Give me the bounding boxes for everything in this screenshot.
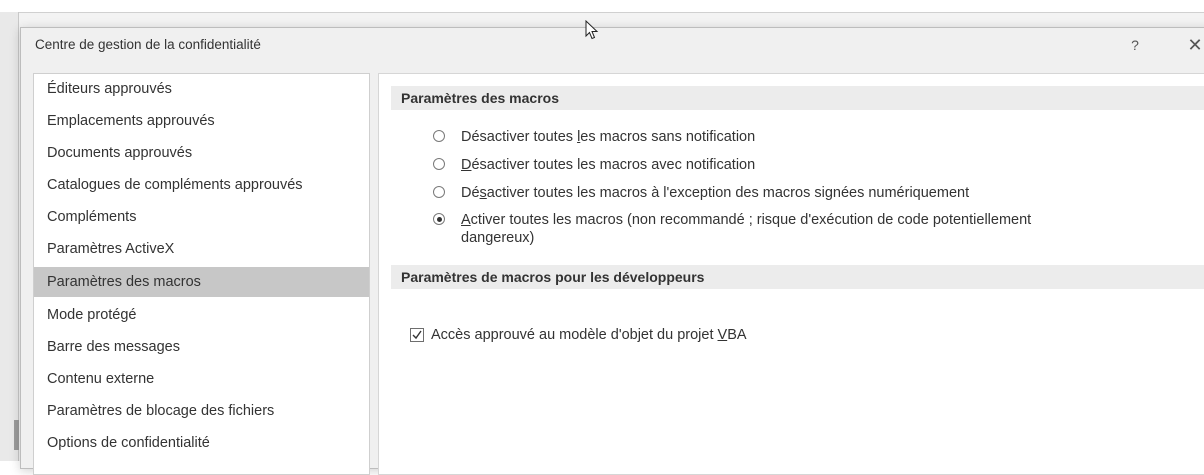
nav-item-blocage-fichiers[interactable]: Paramètres de blocage des fichiers	[34, 396, 369, 426]
nav-item-documents-approuves[interactable]: Documents approuvés	[34, 138, 369, 168]
nav-item-barre-messages[interactable]: Barre des messages	[34, 332, 369, 362]
developer-settings-header: Paramètres de macros pour les développeu…	[391, 265, 1204, 289]
settings-panel: Paramètres des macros Désactiver toutes …	[378, 73, 1204, 475]
nav-item-emplacements-approuves[interactable]: Emplacements approuvés	[34, 106, 369, 136]
checkbox-checked-icon[interactable]	[410, 328, 424, 342]
radio-circle-icon[interactable]	[433, 130, 445, 142]
radio-label-continuation: dangereux)	[461, 230, 535, 246]
radio-label: Désactiver toutes les macros avec notifi…	[461, 157, 756, 173]
radio-label: Désactiver toutes les macros sans notifi…	[461, 129, 756, 145]
nav-item-contenu-externe[interactable]: Contenu externe	[34, 364, 369, 394]
radio-dot-icon	[436, 216, 442, 222]
mouse-pointer-icon	[585, 20, 599, 40]
help-button[interactable]: ?	[1124, 34, 1146, 56]
dialog-title: Centre de gestion de la confidentialité	[35, 37, 261, 52]
checkmark-icon	[412, 330, 422, 340]
trust-center-dialog: Centre de gestion de la confidentialité …	[20, 27, 1204, 475]
nav-item-complements[interactable]: Compléments	[34, 202, 369, 232]
nav-item-editeurs-approuves[interactable]: Éditeurs approuvés	[34, 74, 369, 104]
background-scrollbar[interactable]	[14, 420, 19, 450]
nav-item-catalogues-complements[interactable]: Catalogues de compléments approuvés	[34, 170, 369, 200]
radio-label: Activer toutes les macros (non recommand…	[461, 212, 1032, 228]
radio-label: Désactiver toutes les macros à l'excepti…	[461, 185, 970, 201]
nav-item-mode-protege[interactable]: Mode protégé	[34, 300, 369, 330]
nav-item-parametres-activex[interactable]: Paramètres ActiveX	[34, 234, 369, 264]
nav-item-parametres-macros[interactable]: Paramètres des macros	[34, 267, 369, 297]
checkbox-label: Accès approuvé au modèle d'objet du proj…	[431, 327, 747, 343]
macro-settings-header: Paramètres des macros	[391, 86, 1204, 110]
background-title-bar	[0, 0, 1204, 13]
category-list: Éditeurs approuvés Emplacements approuvé…	[33, 73, 370, 475]
radio-circle-icon[interactable]	[433, 186, 445, 198]
close-button[interactable]: ✕	[1183, 34, 1204, 56]
radio-circle-icon[interactable]	[433, 158, 445, 170]
radio-selected-icon[interactable]	[433, 213, 445, 225]
background-left-strip	[0, 12, 19, 461]
nav-item-options-confidentialite[interactable]: Options de confidentialité	[34, 428, 369, 458]
